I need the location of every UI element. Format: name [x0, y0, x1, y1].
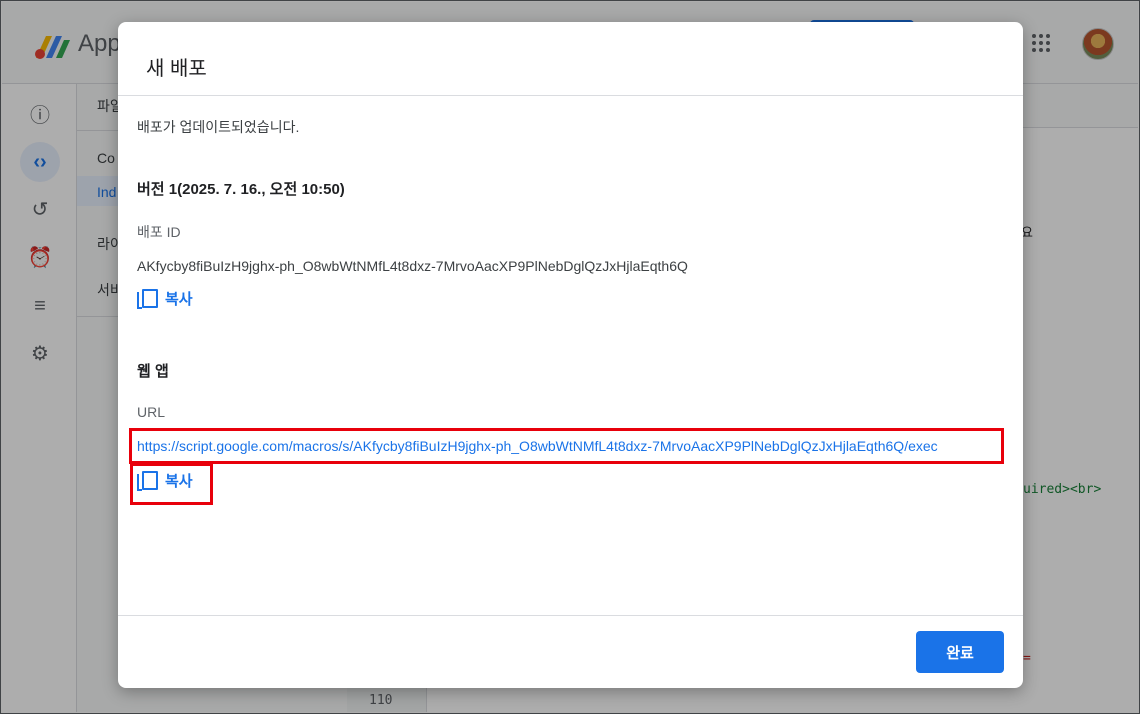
done-button[interactable]: 완료	[916, 631, 1004, 673]
version-heading: 버전 1(2025. 7. 16., 오전 10:50)	[137, 181, 345, 198]
url-label: URL	[137, 404, 166, 420]
url-highlight-box	[129, 428, 1004, 464]
divider	[118, 615, 1023, 616]
copy-icon	[137, 289, 158, 309]
deployment-id-value: AKfycby8fiBuIzH9jghx-ph_O8wbWtNMfL4t8dxz…	[137, 258, 688, 274]
dialog-title: 새 배포	[146, 58, 207, 80]
copy-label: 복사	[165, 290, 193, 308]
divider	[118, 95, 1023, 96]
deployment-id-label: 배포 ID	[137, 224, 181, 240]
copy-highlight-box	[130, 463, 213, 505]
copy-deployment-id-button[interactable]: 복사	[137, 286, 193, 310]
webapp-heading: 웹 앱	[137, 363, 169, 380]
new-deployment-dialog: 새 배포 배포가 업데이트되었습니다. 버전 1(2025. 7. 16., 오…	[118, 22, 1023, 688]
success-message: 배포가 업데이트되었습니다.	[137, 119, 300, 135]
